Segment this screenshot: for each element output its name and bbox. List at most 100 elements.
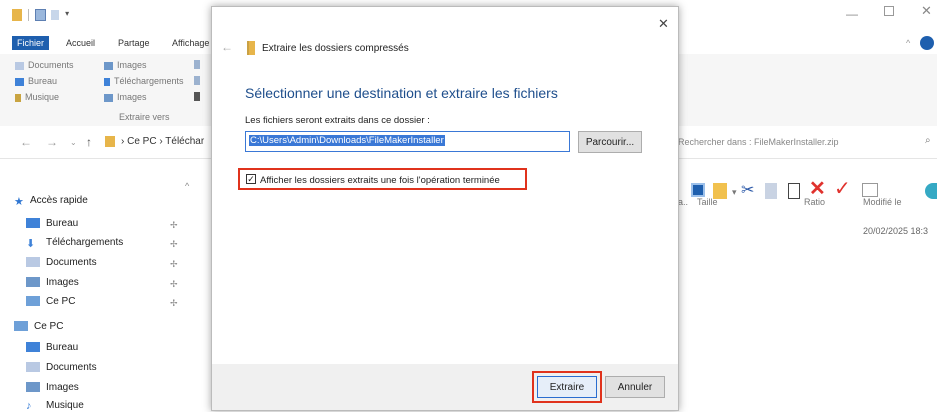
- ribbon-more-icon: [194, 92, 200, 101]
- images-icon: [104, 61, 113, 70]
- sidebar-item-pc-musique[interactable]: ♪ Musique: [26, 400, 84, 412]
- sidebar-item-pc-bureau[interactable]: Bureau: [26, 342, 78, 353]
- sidebar-item-pc-documents[interactable]: Documents: [26, 362, 97, 373]
- search-icon[interactable]: ⌕: [925, 135, 931, 146]
- scroll-up-icon[interactable]: ^: [185, 181, 189, 191]
- sidebar-item-label: Accès rapide: [30, 195, 88, 206]
- view-icon[interactable]: [691, 183, 705, 197]
- separator: [27, 9, 29, 21]
- maximize-icon[interactable]: [884, 6, 894, 16]
- sidebar-item-label: Téléchargements: [46, 237, 124, 248]
- help-icon[interactable]: [920, 36, 934, 50]
- search-input[interactable]: Rechercher dans : FileMakerInstaller.zip: [678, 137, 839, 147]
- documents-icon: [26, 362, 40, 373]
- sidebar-item-label: Images: [46, 382, 79, 393]
- extract-dialog: ✕ ← Extraire les dossiers compressés Sél…: [211, 6, 679, 411]
- breadcrumb-item[interactable]: Ce PC: [127, 136, 156, 147]
- globe-icon[interactable]: [925, 183, 937, 199]
- browse-button[interactable]: Parcourir...: [578, 131, 642, 153]
- pin-icon[interactable]: ✢: [170, 220, 178, 231]
- images-icon: [26, 382, 40, 393]
- chevron-down-icon[interactable]: ▾: [65, 9, 73, 21]
- ribbon-item-bureau[interactable]: Bureau: [15, 76, 57, 86]
- column-header-ratio[interactable]: Ratio: [804, 197, 825, 207]
- tab-affichage[interactable]: Affichage: [172, 38, 209, 48]
- sidebar-item-pc-images[interactable]: Images: [26, 382, 79, 393]
- column-header-size[interactable]: Taille: [697, 197, 718, 207]
- dialog-title: Extraire les dossiers compressés: [262, 43, 409, 54]
- minimize-icon[interactable]: —: [846, 7, 858, 21]
- download-icon: ⬇: [26, 238, 36, 251]
- highlight-box: [532, 371, 602, 403]
- pin-icon[interactable]: ✢: [170, 259, 178, 270]
- paste-icon[interactable]: [788, 183, 800, 199]
- sidebar-item-quick-access[interactable]: ★ Accès rapide: [14, 195, 88, 208]
- cut-icon[interactable]: ✂: [741, 180, 754, 200]
- pin-icon[interactable]: ✢: [170, 239, 178, 250]
- images-icon: [104, 93, 113, 102]
- sidebar-item-label: Bureau: [46, 218, 79, 229]
- sidebar-item-telechargements[interactable]: ⬇ Téléchargements: [26, 237, 124, 251]
- dialog-heading: Sélectionner une destination et extraire…: [245, 85, 558, 101]
- tab-fichier[interactable]: Fichier: [12, 36, 50, 50]
- sidebar-item-label: Ce PC: [34, 321, 64, 332]
- cancel-button[interactable]: Annuler: [605, 376, 665, 398]
- up-arrow-icon[interactable]: ↑: [86, 135, 92, 149]
- ribbon-item-label: Images: [117, 60, 147, 70]
- chevron-down-icon[interactable]: ▾: [732, 187, 737, 198]
- destination-path-field[interactable]: C:\Users\Admin\Downloads\FileMakerInstal…: [245, 131, 570, 152]
- breadcrumb[interactable]: › Ce PC › Téléchar: [121, 136, 204, 147]
- group-label: Extraire vers: [119, 112, 170, 122]
- ribbon-item-label: Musique: [25, 92, 60, 102]
- properties-icon[interactable]: [862, 183, 878, 197]
- ribbon-item-label: Téléchargements: [114, 76, 184, 86]
- extract-group-label: Extraire vers: [104, 112, 224, 122]
- music-icon: [15, 93, 21, 102]
- zip-folder-icon: [247, 41, 255, 55]
- new-folder-icon[interactable]: [51, 10, 60, 20]
- chevron-up-icon[interactable]: ^: [906, 38, 910, 48]
- quick-access-toolbar: ▾: [12, 9, 76, 21]
- sidebar-item-ce-pc-quick[interactable]: Ce PC: [26, 296, 75, 307]
- ribbon-item-documents[interactable]: Documents: [15, 60, 74, 70]
- computer-icon: [26, 296, 40, 307]
- back-arrow-icon[interactable]: ←: [20, 135, 32, 149]
- column-header-modified[interactable]: Modifié le: [863, 197, 902, 207]
- ribbon-item-musique[interactable]: Musique: [15, 92, 59, 102]
- close-icon[interactable]: ✕: [921, 3, 932, 19]
- sidebar-item-images[interactable]: Images: [26, 277, 79, 288]
- column-separator: a..: [678, 197, 689, 207]
- ribbon-item-telechargements[interactable]: Téléchargements: [104, 76, 184, 86]
- sidebar-item-label: Ce PC: [46, 296, 76, 307]
- breadcrumb-item[interactable]: Téléchar: [165, 136, 204, 147]
- properties-icon[interactable]: [34, 9, 46, 21]
- desktop-icon: [26, 218, 40, 229]
- pin-icon[interactable]: ✢: [170, 279, 178, 290]
- desktop-icon: [26, 342, 40, 353]
- forward-arrow-icon[interactable]: →: [46, 135, 58, 149]
- close-icon[interactable]: ✕: [658, 16, 669, 32]
- computer-icon: [14, 321, 28, 332]
- sidebar-item-label: Musique: [46, 400, 84, 411]
- tab-accueil[interactable]: Accueil: [66, 38, 95, 48]
- sidebar-item-ce-pc[interactable]: Ce PC: [14, 321, 63, 332]
- tab-partage[interactable]: Partage: [118, 38, 150, 48]
- sidebar-item-documents[interactable]: Documents: [26, 257, 97, 268]
- images-icon: [26, 277, 40, 288]
- ribbon-item-images-2[interactable]: Images: [104, 92, 147, 102]
- highlight-box: [238, 168, 527, 190]
- destination-path-value: C:\Users\Admin\Downloads\FileMakerInstal…: [249, 135, 445, 146]
- sidebar-item-bureau[interactable]: Bureau: [26, 218, 78, 229]
- ribbon-item-label: Images: [117, 92, 147, 102]
- chevron-down-icon[interactable]: ⌄: [70, 138, 77, 147]
- check-icon[interactable]: ✓: [834, 176, 851, 201]
- back-arrow-icon[interactable]: ←: [221, 40, 233, 54]
- ribbon-item-label: Bureau: [28, 76, 58, 86]
- dialog-footer: Extraire Annuler: [212, 364, 678, 410]
- ribbon-item-images[interactable]: Images: [104, 60, 147, 70]
- copy-icon[interactable]: [765, 183, 777, 199]
- navigation-pane: ^ ★ Accès rapide Bureau ✢ ⬇ Téléchargement…: [0, 175, 190, 412]
- pin-icon[interactable]: ✢: [170, 298, 178, 309]
- ribbon-more-icon: [194, 76, 200, 85]
- documents-icon: [15, 61, 24, 70]
